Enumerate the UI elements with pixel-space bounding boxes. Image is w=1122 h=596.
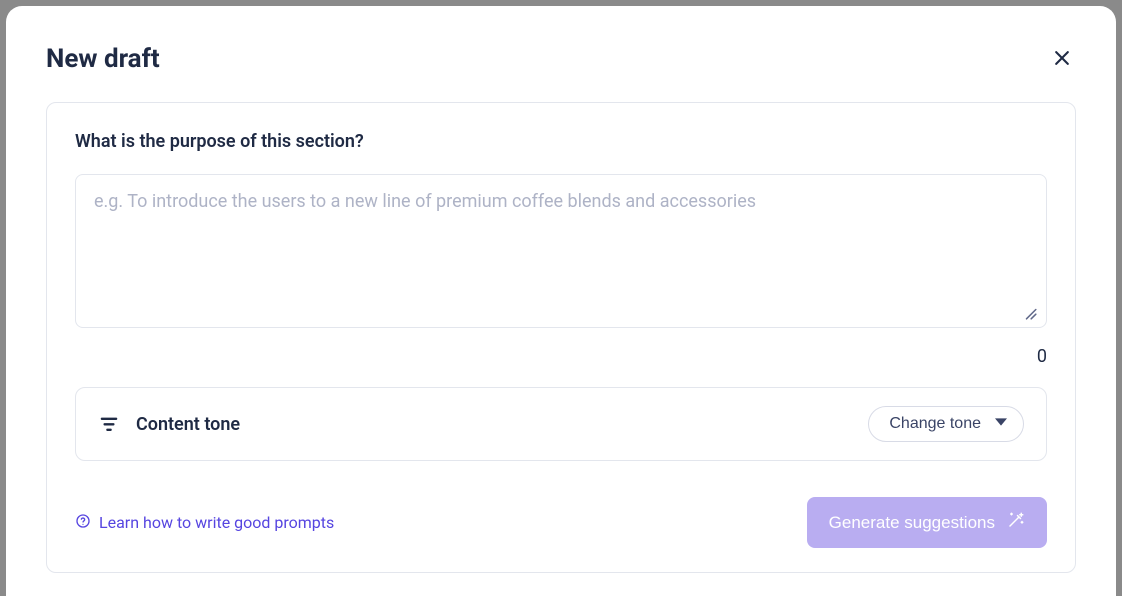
filter-list-icon — [98, 413, 120, 435]
modal-title: New draft — [46, 44, 160, 74]
char-count: 0 — [75, 346, 1047, 367]
help-circle-icon — [75, 513, 91, 533]
help-link[interactable]: Learn how to write good prompts — [75, 513, 334, 533]
generate-button-label: Generate suggestions — [829, 513, 995, 533]
modal-header: New draft — [46, 44, 1076, 74]
new-draft-modal: New draft What is the purpose of this se… — [6, 6, 1116, 596]
magic-wand-icon — [1007, 511, 1025, 534]
close-button[interactable] — [1048, 45, 1076, 73]
generate-suggestions-button[interactable]: Generate suggestions — [807, 497, 1047, 548]
change-tone-select[interactable]: Change tone — [868, 406, 1024, 442]
tone-left: Content tone — [98, 413, 240, 435]
caret-down-icon — [995, 415, 1007, 433]
draft-form-card: What is the purpose of this section? 0 — [46, 102, 1076, 573]
prompt-input[interactable] — [75, 174, 1047, 328]
help-link-text: Learn how to write good prompts — [99, 513, 334, 532]
prompt-question: What is the purpose of this section? — [75, 131, 1047, 152]
tone-label: Content tone — [136, 414, 240, 435]
prompt-textarea-wrap — [75, 174, 1047, 332]
content-tone-row: Content tone Change tone — [75, 387, 1047, 461]
close-icon — [1052, 48, 1072, 71]
footer-row: Learn how to write good prompts Generate… — [75, 497, 1047, 548]
tone-select-label: Change tone — [889, 415, 981, 433]
